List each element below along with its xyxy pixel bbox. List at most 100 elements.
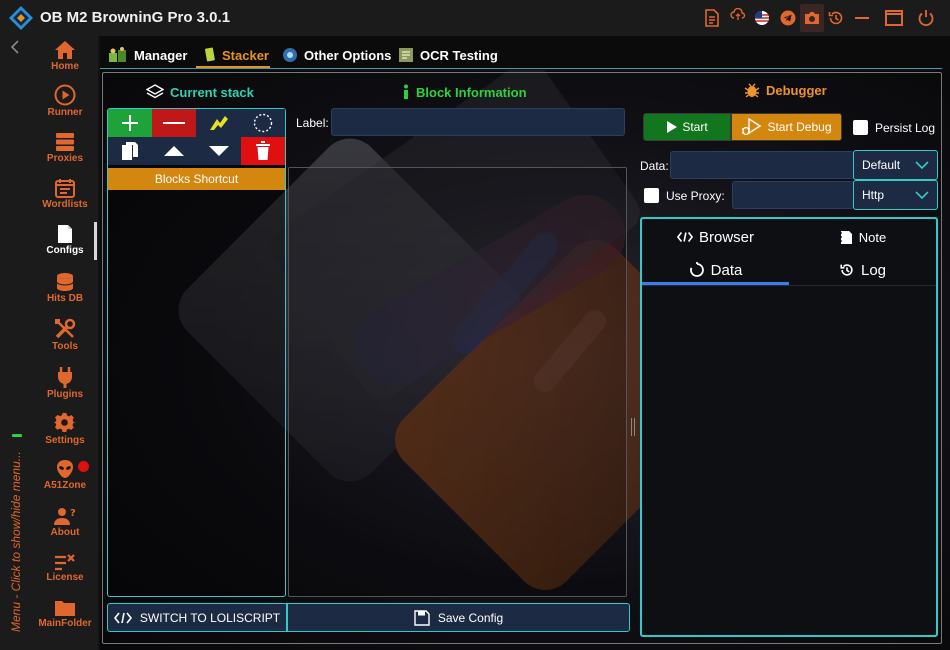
tab-label: Log — [860, 261, 887, 279]
tab-separator — [100, 68, 942, 69]
block-information-title: Block Information — [416, 84, 527, 100]
stack-icon — [205, 47, 215, 62]
gear-icon — [54, 412, 76, 432]
chevron-down-icon — [915, 191, 929, 199]
delete-block-button[interactable] — [241, 137, 285, 165]
sidebar-item-tools[interactable]: Tools — [30, 318, 100, 364]
chevron-down-icon — [915, 161, 929, 169]
sidebar-item-configs[interactable]: Configs — [30, 224, 100, 270]
sidebar-item-home[interactable]: Home — [30, 40, 100, 86]
move-down-button[interactable] — [196, 137, 241, 165]
sidebar-item-mainfolder[interactable]: MainFolder — [30, 599, 100, 645]
tab-label: Other Options — [304, 47, 392, 63]
proxy-type-dropdown[interactable]: Http — [853, 180, 938, 210]
history-icon[interactable] — [826, 8, 846, 28]
sidebar-item-license[interactable]: License — [30, 553, 100, 599]
sidebar-item-a51zone[interactable]: A51Zone — [30, 459, 100, 505]
maximize-icon[interactable] — [884, 8, 904, 28]
sidebar-item-settings[interactable]: Settings — [30, 412, 100, 458]
power-icon[interactable] — [916, 8, 936, 28]
tab-data[interactable]: Data — [642, 258, 789, 282]
plus-icon — [122, 115, 138, 131]
move-up-button[interactable] — [152, 137, 196, 165]
code-icon — [113, 612, 132, 623]
tools-icon — [55, 318, 76, 339]
tab-label: OCR Testing — [420, 47, 498, 63]
select-block-button[interactable] — [241, 109, 285, 137]
sidebar-item-label: Configs — [46, 245, 84, 256]
switch-label: SWITCH TO LOLISCRIPT — [139, 610, 281, 625]
switch-to-loliscript-button[interactable]: SWITCH TO LOLISCRIPT — [107, 603, 287, 632]
dotted-circle-icon — [253, 113, 273, 133]
data-type-dropdown[interactable]: Default — [853, 150, 938, 180]
tab-browser[interactable]: Browser — [642, 225, 789, 249]
label-caption: Label: — [296, 116, 329, 130]
language-flag-icon[interactable] — [752, 8, 772, 28]
chevron-left-icon[interactable] — [10, 40, 24, 54]
refresh-icon — [689, 262, 704, 277]
splitter-handle[interactable] — [631, 418, 635, 436]
save-icon — [414, 609, 430, 626]
layers-icon — [146, 84, 164, 99]
data-type-value: Default — [862, 158, 901, 172]
tab-note[interactable]: Note — [789, 225, 936, 249]
start-label: Start — [682, 120, 708, 134]
data-input[interactable] — [670, 151, 854, 179]
current-stack-header: Current stack — [146, 83, 254, 101]
persist-log-checkbox[interactable] — [853, 120, 868, 135]
plug-icon — [58, 367, 72, 388]
menu-toggle-hint[interactable]: Menu - Click to show/hide menu... — [6, 451, 23, 640]
tab-label: Browser — [698, 228, 754, 246]
tab-ocr-testing[interactable]: OCR Testing — [398, 44, 498, 66]
folder-icon — [55, 601, 75, 616]
play-circle-icon — [54, 84, 76, 106]
tab-label: Note — [858, 229, 887, 245]
minimize-icon[interactable] — [852, 8, 872, 28]
play-icon — [667, 121, 678, 133]
clone-block-button[interactable] — [108, 137, 152, 165]
alien-icon — [57, 460, 73, 478]
add-block-button[interactable] — [108, 109, 152, 137]
block-label-input[interactable] — [331, 108, 625, 136]
document-icon[interactable] — [702, 8, 722, 28]
minus-icon — [163, 122, 185, 124]
telegram-icon[interactable] — [778, 8, 798, 28]
start-debug-label: Start Debug — [767, 120, 832, 134]
camera-icon[interactable] — [800, 4, 824, 32]
svg-text:?: ? — [70, 508, 76, 519]
app-logo-icon — [8, 5, 34, 31]
calendar-list-icon — [55, 179, 75, 198]
blocks-shortcut-button[interactable]: Blocks Shortcut — [108, 168, 285, 190]
sidebar-item-proxies[interactable]: Proxies — [30, 132, 100, 178]
use-proxy-checkbox[interactable] — [644, 188, 659, 203]
sidebar-item-runner[interactable]: Runner — [30, 84, 100, 130]
sidebar-item-about[interactable]: ? About — [30, 506, 100, 552]
sidebar-item-label: Settings — [45, 435, 85, 446]
cloud-upload-icon[interactable] — [728, 5, 748, 25]
tab-log[interactable]: Log — [789, 258, 936, 282]
sidebar-item-label: Home — [51, 61, 79, 72]
home-icon — [55, 41, 75, 59]
sidebar-item-label: About — [50, 527, 80, 538]
app-title: OB M2 BrowninG Pro 3.0.1 — [40, 9, 231, 26]
server-icon — [56, 133, 74, 151]
sidebar-item-plugins[interactable]: Plugins — [30, 366, 100, 412]
sidebar-item-wordlists[interactable]: Wordlists — [30, 178, 100, 224]
debugger-tab-separator — [642, 285, 936, 286]
debug-run-icon — [742, 118, 762, 136]
tab-stacker[interactable]: Stacker — [204, 44, 269, 66]
disable-block-button[interactable] — [196, 109, 241, 137]
menu-hint-indicator — [12, 434, 22, 437]
save-config-button[interactable]: Save Config — [287, 603, 630, 632]
start-button[interactable]: Start — [643, 113, 731, 141]
sidebar-item-label: A51Zone — [43, 480, 87, 491]
bug-icon — [744, 83, 760, 98]
tab-other-options[interactable]: Other Options — [282, 44, 391, 66]
proxy-input[interactable] — [732, 181, 854, 209]
start-debug-button[interactable]: Start Debug — [731, 113, 842, 141]
sidebar-item-hits-db[interactable]: Hits DB — [30, 272, 100, 318]
history-icon — [840, 264, 853, 276]
remove-block-button[interactable] — [152, 109, 196, 137]
tab-manager[interactable]: Manager — [108, 44, 187, 66]
sidebar-item-label: Proxies — [46, 153, 84, 164]
